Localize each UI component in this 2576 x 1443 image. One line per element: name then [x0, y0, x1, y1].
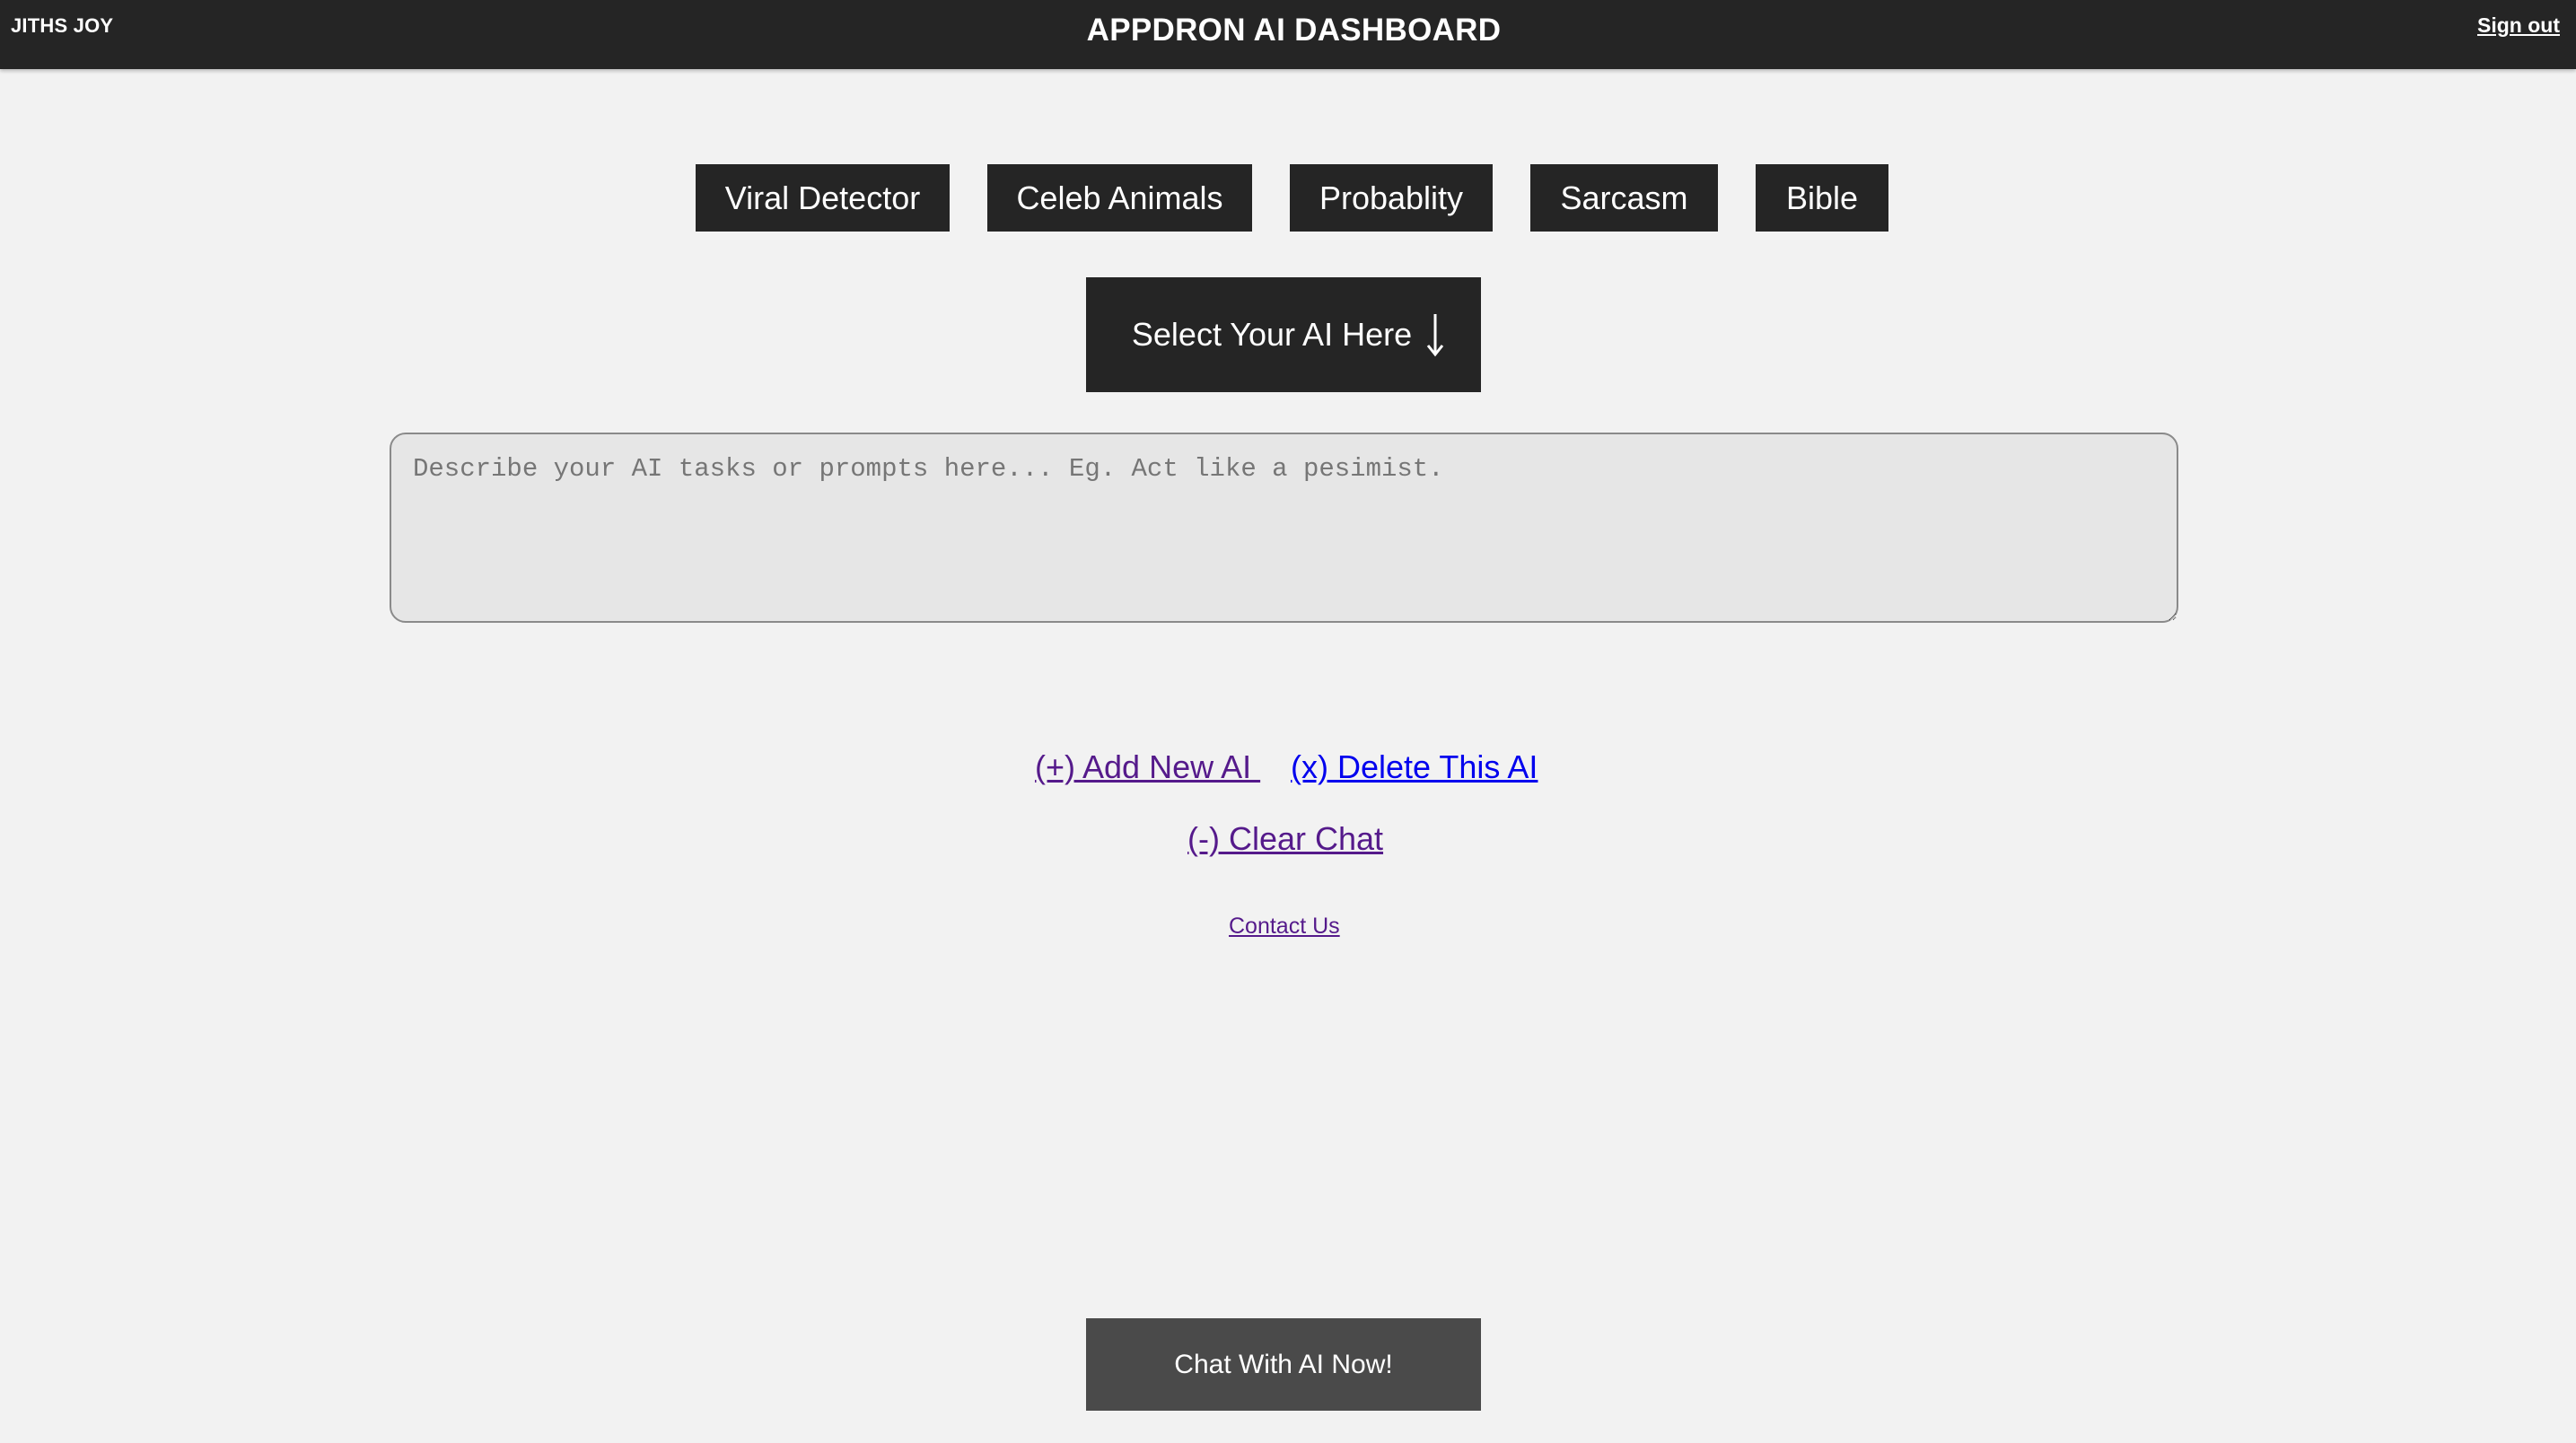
select-ai-label: Select Your AI Here — [1131, 316, 1413, 353]
app-title: APPDRON AI DASHBOARD — [1086, 13, 1502, 48]
clear-chat-link[interactable]: (-) Clear Chat — [1187, 820, 1383, 858]
sign-out-link[interactable]: Sign out — [2477, 13, 2560, 38]
delete-ai-link[interactable]: (x) Delete This AI — [1291, 748, 1538, 786]
ai-tab-probablity[interactable]: Probablity — [1290, 164, 1493, 232]
ai-tab-bible[interactable]: Bible — [1756, 164, 1888, 232]
top-bar: JITHS JOY APPDRON AI DASHBOARD Sign out — [0, 0, 2576, 69]
contact-us-link[interactable]: Contact Us — [1229, 914, 1340, 940]
ai-tab-viral-detector[interactable]: Viral Detector — [696, 164, 950, 232]
select-ai-dropdown[interactable]: Select Your AI Here — [1086, 277, 1481, 392]
ai-tab-celeb-animals[interactable]: Celeb Animals — [987, 164, 1252, 232]
ai-tabs: Viral Detector Celeb Animals Probablity … — [0, 164, 2576, 232]
chat-now-button[interactable]: Chat With AI Now! — [1086, 1318, 1481, 1411]
add-new-ai-link[interactable]: (+) Add New AI — [1035, 748, 1260, 786]
arrow-down-icon — [1426, 312, 1444, 357]
prompt-input[interactable] — [390, 433, 2178, 623]
ai-tab-sarcasm[interactable]: Sarcasm — [1530, 164, 1718, 232]
